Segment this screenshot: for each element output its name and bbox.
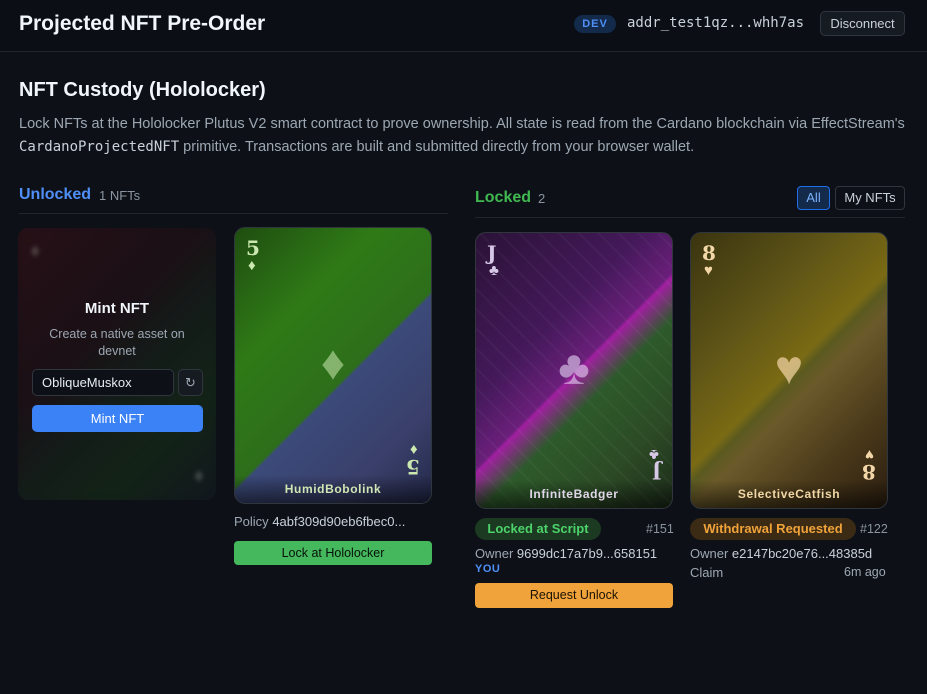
card-name: InfiniteBadger xyxy=(476,480,672,508)
claim-label: Claim xyxy=(690,565,724,580)
filter-my-nfts-button[interactable]: My NFTs xyxy=(835,186,905,210)
club-icon: ♣ xyxy=(489,262,499,279)
mint-card: ♦ ♦ Mint NFT Create a native asset on de… xyxy=(18,228,216,500)
section-title: NFT Custody (Hololocker) xyxy=(19,79,266,101)
card-name: SelectiveCatfish xyxy=(691,480,887,508)
refresh-name-button[interactable]: ↻ xyxy=(178,369,203,396)
nft-card[interactable]: J ♣ ♣ ♣ J InfiniteBadger xyxy=(475,232,673,509)
mint-nft-button[interactable]: Mint NFT xyxy=(32,405,203,432)
policy-id: Policy 4abf309d90eb6fbec0... xyxy=(234,514,434,529)
mint-title: Mint NFT xyxy=(84,300,150,317)
nft-name-input[interactable] xyxy=(32,369,174,396)
heart-icon: ♥ xyxy=(774,342,804,395)
divider xyxy=(19,213,448,214)
status-badge: Withdrawal Requested xyxy=(690,518,856,540)
owner-value: 9699dc17a7b9...658151 xyxy=(516,546,658,561)
card-rank: 5 xyxy=(246,236,260,260)
unlocked-title: Unlocked xyxy=(19,186,92,203)
card-name: HumidBobolink xyxy=(235,475,431,503)
locked-title: Locked xyxy=(475,189,532,206)
locked-count: 2 xyxy=(538,191,546,206)
filter-all-button[interactable]: All xyxy=(797,186,830,210)
card-rank: 8 xyxy=(702,241,716,265)
card-rank: J xyxy=(651,460,661,484)
owner-value: e2147bc20e76...48385d xyxy=(731,546,873,561)
heart-icon: ♥ xyxy=(704,262,713,279)
ghost-rank-icon: ♦ xyxy=(193,465,204,487)
nft-card[interactable]: 8 ♥ ♥ ♥ 8 SelectiveCatfish xyxy=(690,232,888,509)
diamond-icon: ♦ xyxy=(248,257,256,274)
wallet-address: addr_test1qz...whh7as xyxy=(627,15,805,31)
nft-id: #122 xyxy=(860,522,888,536)
divider xyxy=(475,217,905,218)
mint-card-overlay xyxy=(18,228,216,500)
policy-value: 4abf309d90eb6fbec0... xyxy=(272,514,406,529)
owner-label: Owner xyxy=(690,546,729,561)
lock-at-hololocker-button[interactable]: Lock at Hololocker xyxy=(234,541,432,565)
owner: Owner e2147bc20e76...48385d xyxy=(690,546,872,561)
intro-code: CardanoProjectedNFT xyxy=(19,139,180,155)
card-rank: J xyxy=(487,241,497,265)
club-icon: ♣ xyxy=(558,342,590,395)
diamond-icon: ♦ xyxy=(320,337,346,390)
nft-card[interactable]: 5 ♦ ♦ ♦ 5 HumidBobolink xyxy=(234,227,432,504)
status-badge: Locked at Script xyxy=(475,518,601,540)
you-tag: YOU xyxy=(475,563,501,575)
card-rank: 8 xyxy=(862,460,876,484)
mint-description: Create a native asset on devnet xyxy=(49,327,185,358)
owner: Owner 9699dc17a7b9...658151 xyxy=(475,546,657,561)
ghost-rank-icon: ♦ xyxy=(30,240,41,262)
env-badge: DEV xyxy=(574,15,616,33)
policy-label: Policy xyxy=(234,514,269,529)
request-unlock-button[interactable]: Request Unlock xyxy=(475,583,673,608)
card-rank: 5 xyxy=(406,455,420,479)
intro-text-part: Lock NFTs at the Hololocker Plutus V2 sm… xyxy=(19,116,905,132)
unlocked-count: 1 NFTs xyxy=(99,188,141,203)
app-title: Projected NFT Pre-Order xyxy=(19,12,266,35)
nft-id: #151 xyxy=(646,522,674,536)
time-ago: 6m ago xyxy=(844,565,886,579)
disconnect-button[interactable]: Disconnect xyxy=(820,11,905,36)
top-bar: Projected NFT Pre-Order DEV addr_test1qz… xyxy=(0,0,927,52)
intro-text-part: primitive. Transactions are built and su… xyxy=(179,139,695,155)
owner-label: Owner xyxy=(475,546,514,561)
intro-text: Lock NFTs at the Hololocker Plutus V2 sm… xyxy=(19,113,909,159)
